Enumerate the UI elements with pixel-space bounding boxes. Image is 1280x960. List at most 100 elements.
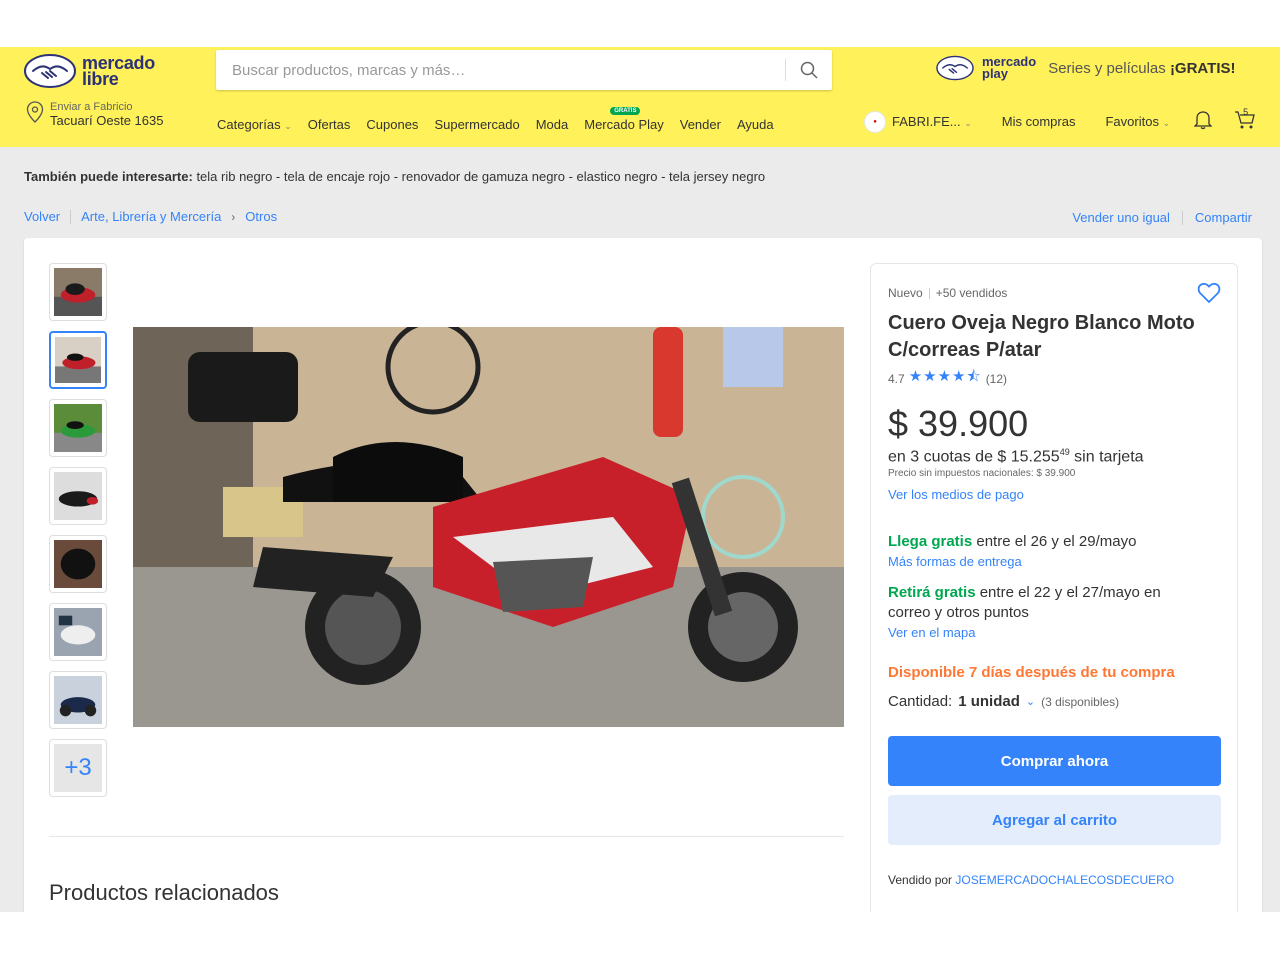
- location-label: Enviar a Fabricio: [50, 101, 133, 113]
- quantity-label: Cantidad:: [888, 693, 953, 711]
- add-to-cart-button[interactable]: Agregar al carrito: [888, 795, 1221, 846]
- thumbnail-1[interactable]: [49, 263, 107, 321]
- availability-notice: Disponible 7 días después de tu compra: [888, 664, 1175, 682]
- user-avatar[interactable]: ●: [864, 110, 886, 133]
- delivery-free-label: Llega gratis: [888, 533, 973, 551]
- rating-count: (12): [985, 371, 1008, 386]
- thumbnail-image: [54, 268, 102, 316]
- sold-count: +50 vendidos: [935, 286, 1008, 300]
- section-divider: [49, 836, 844, 837]
- payment-methods-link[interactable]: Ver los medios de pago: [888, 487, 1220, 502]
- thumbnail-7[interactable]: [49, 671, 107, 729]
- thumbnail-gallery: +3: [49, 263, 107, 797]
- product-price: $ 39.900: [888, 403, 1029, 444]
- nav-supermercado[interactable]: Supermercado: [434, 117, 519, 132]
- search-input[interactable]: [216, 50, 785, 90]
- sell-same-link[interactable]: Vender uno igual: [1072, 210, 1170, 225]
- delivery-info: Llega gratis entre el 26 y el 29/mayo: [888, 532, 1220, 552]
- search-bar: [216, 50, 832, 90]
- quantity-selector[interactable]: Cantidad: 1 unidad ⌄ (3 disponibles): [888, 693, 1220, 710]
- seller-info: Vendido por JOSEMERCADOCHALECOSDECUERO: [888, 873, 1220, 887]
- cart-button[interactable]: 5: [1234, 107, 1256, 133]
- thumbnail-image: [54, 472, 102, 520]
- product-meta: Nuevo +50 vendidos: [888, 286, 1220, 300]
- thumbnail-image: [54, 608, 102, 656]
- rating[interactable]: 4.7 ★★★★⯪ (12): [888, 366, 1220, 391]
- nav-ayuda[interactable]: Ayuda: [737, 117, 774, 132]
- related-searches-items[interactable]: tela rib negro - tela de encaje rojo - r…: [196, 169, 765, 184]
- divider: [70, 209, 72, 224]
- tax-note: Precio sin impuestos nacionales: $ 39.90…: [888, 468, 1076, 480]
- divider: [1181, 210, 1183, 225]
- site-header: mercado libre mercado play: [0, 47, 1280, 147]
- seller-prefix: Vendido por: [888, 873, 953, 888]
- thumbnail-5[interactable]: [49, 535, 107, 593]
- related-products-title: Productos relacionados: [49, 880, 279, 905]
- my-purchases-link[interactable]: Mis compras: [1002, 114, 1076, 129]
- thumbnail-image: [54, 404, 102, 452]
- thumbnail-2[interactable]: [49, 331, 107, 389]
- chevron-down-icon: ⌄: [284, 121, 292, 131]
- pickup-info: Retirá gratis entre el 22 y el 27/mayo e…: [888, 583, 1198, 623]
- mercado-play-promo[interactable]: mercado play Series y películas ¡GRATIS!: [936, 55, 1235, 81]
- chevron-down-icon: ⌄: [1162, 118, 1171, 128]
- user-nav: ● FABRI.FE... ⌄ Mis compras Favoritos ⌄ …: [864, 107, 1256, 133]
- thumbnail-3[interactable]: [49, 399, 107, 457]
- thumbnail-4[interactable]: [49, 467, 107, 525]
- favorite-button[interactable]: [1197, 282, 1221, 309]
- pickup-free-label: Retirá gratis: [888, 584, 976, 602]
- page-actions: Vender uno igual Compartir: [1072, 210, 1252, 225]
- installments-cents: 49: [1059, 447, 1070, 457]
- handshake-logo-icon: [24, 54, 76, 88]
- chevron-right-icon: ›: [231, 209, 236, 224]
- search-button[interactable]: [786, 50, 832, 90]
- quantity-value: 1 unidad: [958, 693, 1020, 711]
- product-title: Cuero Oveja Negro Blanco Moto C/correas …: [888, 312, 1195, 361]
- nav-mercado-play[interactable]: GRATIS Mercado Play: [584, 107, 664, 132]
- nav-vender[interactable]: Vender: [680, 117, 721, 132]
- browser-viewport: mercado libre mercado play: [0, 47, 1280, 912]
- thumbnail-image: [54, 676, 102, 724]
- thumbnail-image: [55, 337, 101, 383]
- condition-label: Nuevo: [888, 286, 923, 300]
- breadcrumb-category[interactable]: Arte, Librería y Mercería: [81, 209, 221, 224]
- nav-categorias[interactable]: Categorías ⌄: [217, 117, 292, 132]
- buy-now-button[interactable]: Comprar ahora: [888, 736, 1221, 787]
- nav-moda[interactable]: Moda: [536, 117, 569, 132]
- delivery-dates: entre el 26 y el 29/mayo: [976, 533, 1137, 551]
- heart-icon: [1197, 282, 1221, 304]
- share-link[interactable]: Compartir: [1195, 210, 1252, 225]
- more-images-button[interactable]: +3: [49, 739, 107, 797]
- mercadolibre-logo[interactable]: mercado libre: [24, 53, 155, 89]
- view-map-link[interactable]: Ver en el mapa: [888, 625, 1220, 640]
- chevron-down-icon: ⌄: [1025, 696, 1036, 709]
- seller-link[interactable]: JOSEMERCADOCHALECOSDECUERO: [955, 873, 1174, 887]
- notifications-button[interactable]: [1193, 110, 1213, 133]
- buy-box: Nuevo +50 vendidos Cuero Oveja Negro Bla…: [870, 263, 1238, 912]
- logo-text-line2: libre: [82, 69, 119, 89]
- user-menu[interactable]: FABRI.FE... ⌄: [892, 114, 972, 129]
- bell-icon: [1193, 111, 1213, 130]
- cart-count: 5: [1243, 107, 1249, 117]
- search-icon: [800, 61, 818, 79]
- favorites-menu[interactable]: Favoritos ⌄: [1105, 114, 1170, 129]
- promo-text: Series y películas: [1048, 59, 1166, 77]
- breadcrumb: Volver Arte, Librería y Mercería › Otros: [24, 209, 277, 224]
- installments: en 3 cuotas de $ 15.25549 sin tarjeta: [888, 447, 1144, 466]
- main-nav: Categorías ⌄ Ofertas Cupones Supermercad…: [217, 107, 774, 132]
- main-product-image[interactable]: [133, 327, 844, 727]
- shipping-location[interactable]: Enviar a Fabricio Tacuarí Oeste 1635: [26, 101, 163, 128]
- more-delivery-options-link[interactable]: Más formas de entrega: [888, 554, 1220, 569]
- nav-cupones[interactable]: Cupones: [366, 117, 418, 132]
- related-searches-label: También puede interesarte:: [24, 169, 193, 184]
- back-link[interactable]: Volver: [24, 209, 60, 224]
- nav-ofertas[interactable]: Ofertas: [308, 117, 351, 132]
- rating-value: 4.7: [888, 371, 905, 386]
- breadcrumb-subcategory[interactable]: Otros: [245, 209, 277, 224]
- more-images-count: +3: [54, 744, 102, 792]
- thumbnail-image: [54, 540, 102, 588]
- product-card: +3 Productos relacionados Nuevo +50 vend…: [24, 238, 1262, 912]
- mercado-play-logo-icon: [936, 55, 974, 81]
- thumbnail-6[interactable]: [49, 603, 107, 661]
- quantity-available: (3 disponibles): [1041, 694, 1120, 709]
